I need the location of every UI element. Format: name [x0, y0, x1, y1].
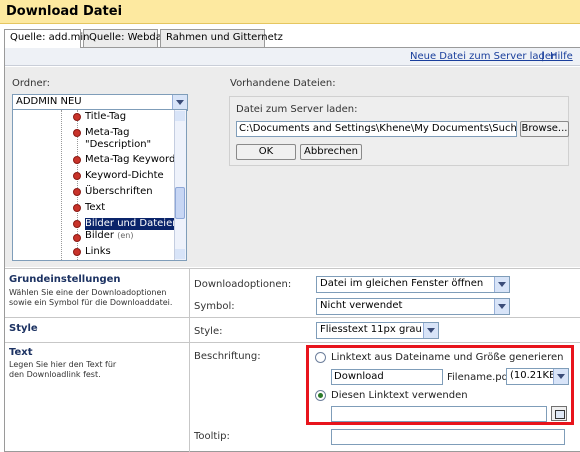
section-title-grundeinstellungen: Grundeinstellungen	[9, 274, 121, 285]
download-options-label: Downloadoptionen:	[194, 279, 292, 290]
link-separator: |	[541, 51, 545, 62]
upload-label: Datei zum Server laden:	[236, 104, 358, 115]
existing-files-label: Vorhandene Dateien:	[230, 78, 336, 89]
help-link[interactable]: Hilfe	[550, 51, 573, 62]
page-bullet-icon	[73, 248, 81, 256]
page-bullet-icon	[73, 234, 81, 242]
page-bullet-icon	[73, 204, 81, 212]
page-bullet-icon	[73, 220, 81, 228]
tree-item-ueberschriften[interactable]: Überschriften	[85, 186, 153, 198]
page-bullet-icon	[73, 156, 81, 164]
section-title-text: Text	[9, 347, 33, 358]
style-select[interactable]: Fliesstext 11px grau	[316, 322, 439, 339]
tree-scrollbar-thumb[interactable]	[175, 187, 185, 219]
tooltip-label: Tooltip:	[194, 431, 230, 442]
tree-item-title-tag[interactable]: Title-Tag	[85, 111, 126, 123]
row-divider	[5, 342, 580, 343]
row-divider	[5, 268, 580, 269]
chevron-down-icon[interactable]	[423, 323, 438, 338]
tab-quelle-webdav[interactable]: Quelle: Webdav	[83, 29, 168, 47]
ok-button[interactable]: OK	[236, 144, 296, 160]
symbol-label: Symbol:	[194, 301, 235, 312]
radio-custom-linktext-label: Diesen Linktext verwenden	[331, 390, 468, 401]
cancel-button[interactable]: Abbrechen	[300, 144, 362, 160]
download-options-select[interactable]: Datei im gleichen Fenster öffnen	[316, 276, 510, 293]
tab-quelle-addmin[interactable]: Quelle: add.min	[4, 29, 89, 48]
page-bullet-icon	[73, 188, 81, 196]
symbol-value: Nicht verwendet	[320, 300, 403, 311]
tree-item-bilder-und-dateien[interactable]: Bilder und Dateien	[85, 218, 179, 230]
tree-item-meta-tag[interactable]: Meta-Tag	[85, 127, 129, 139]
chevron-down-icon[interactable]	[172, 95, 187, 110]
tree-item-bilder-suffix: (en)	[117, 231, 134, 240]
page-bullet-icon	[73, 129, 81, 137]
tree-item-meta-tag-keywords[interactable]: Meta-Tag Keywords	[85, 154, 181, 166]
tree-guide-line	[61, 110, 62, 260]
tree-scrollbar[interactable]	[174, 110, 186, 260]
scroll-up-icon[interactable]	[175, 111, 185, 121]
section-desc-text: Legen Sie hier den Text für den Download…	[9, 360, 117, 379]
folder-select-value: ADDMIN NEU	[16, 96, 82, 107]
radio-custom-linktext[interactable]	[315, 390, 326, 401]
chevron-down-icon[interactable]	[494, 277, 509, 292]
link-picker-icon[interactable]	[551, 406, 567, 421]
dialog-title: Download Datei	[6, 4, 123, 19]
symbol-select[interactable]: Nicht verwendet	[316, 298, 510, 315]
custom-linktext-input[interactable]	[331, 406, 547, 422]
tree-item-links[interactable]: Links	[85, 246, 111, 258]
tab-rahmen-gitternetz[interactable]: Rahmen und Gitternetz	[160, 29, 283, 47]
section-desc-grundeinstellungen: Wählen Sie eine der Downloadoptionen sow…	[9, 288, 173, 307]
column-divider	[189, 268, 190, 452]
section-title-style: Style	[9, 323, 38, 334]
scroll-down-icon[interactable]	[175, 249, 185, 259]
tree-item-text[interactable]: Text	[85, 202, 105, 214]
upload-new-file-link[interactable]: Neue Datei zum Server laden	[410, 51, 557, 62]
tree-item-keyword-dichte[interactable]: Keyword-Dichte	[85, 170, 164, 182]
style-value: Fliesstext 11px grau	[320, 324, 422, 335]
radio-auto-linktext[interactable]	[315, 352, 326, 363]
tree-item-bilder-label: Bilder	[85, 230, 115, 241]
browse-button[interactable]: Browse...	[520, 121, 569, 137]
style-label: Style:	[194, 326, 223, 337]
row-divider	[5, 317, 580, 318]
folder-label: Ordner:	[12, 78, 50, 89]
file-path-input[interactable]: C:\Documents and Settings\Khene\My Docum…	[236, 121, 517, 137]
radio-auto-linktext-label: Linktext aus Dateiname und Größe generie…	[331, 352, 564, 363]
size-select[interactable]: (10.21KB)	[506, 368, 569, 385]
filename-text: Filename.pdf	[447, 372, 512, 383]
tab-divider	[4, 47, 580, 48]
download-text-input[interactable]: Download	[331, 369, 443, 385]
tree-item-meta-tag-description[interactable]: "Description"	[85, 139, 151, 151]
chevron-down-icon[interactable]	[494, 299, 509, 314]
tree-item-bilder[interactable]: Bilder (en)	[85, 230, 133, 242]
chevron-down-icon[interactable]	[553, 369, 568, 384]
tooltip-input[interactable]	[331, 429, 565, 445]
beschriftung-label: Beschriftung:	[194, 351, 261, 362]
page-bullet-icon	[73, 172, 81, 180]
page-bullet-icon	[73, 113, 81, 121]
download-options-value: Datei im gleichen Fenster öffnen	[320, 278, 484, 289]
folder-tree: Title-Tag Meta-Tag "Description" Meta-Ta…	[12, 109, 187, 261]
